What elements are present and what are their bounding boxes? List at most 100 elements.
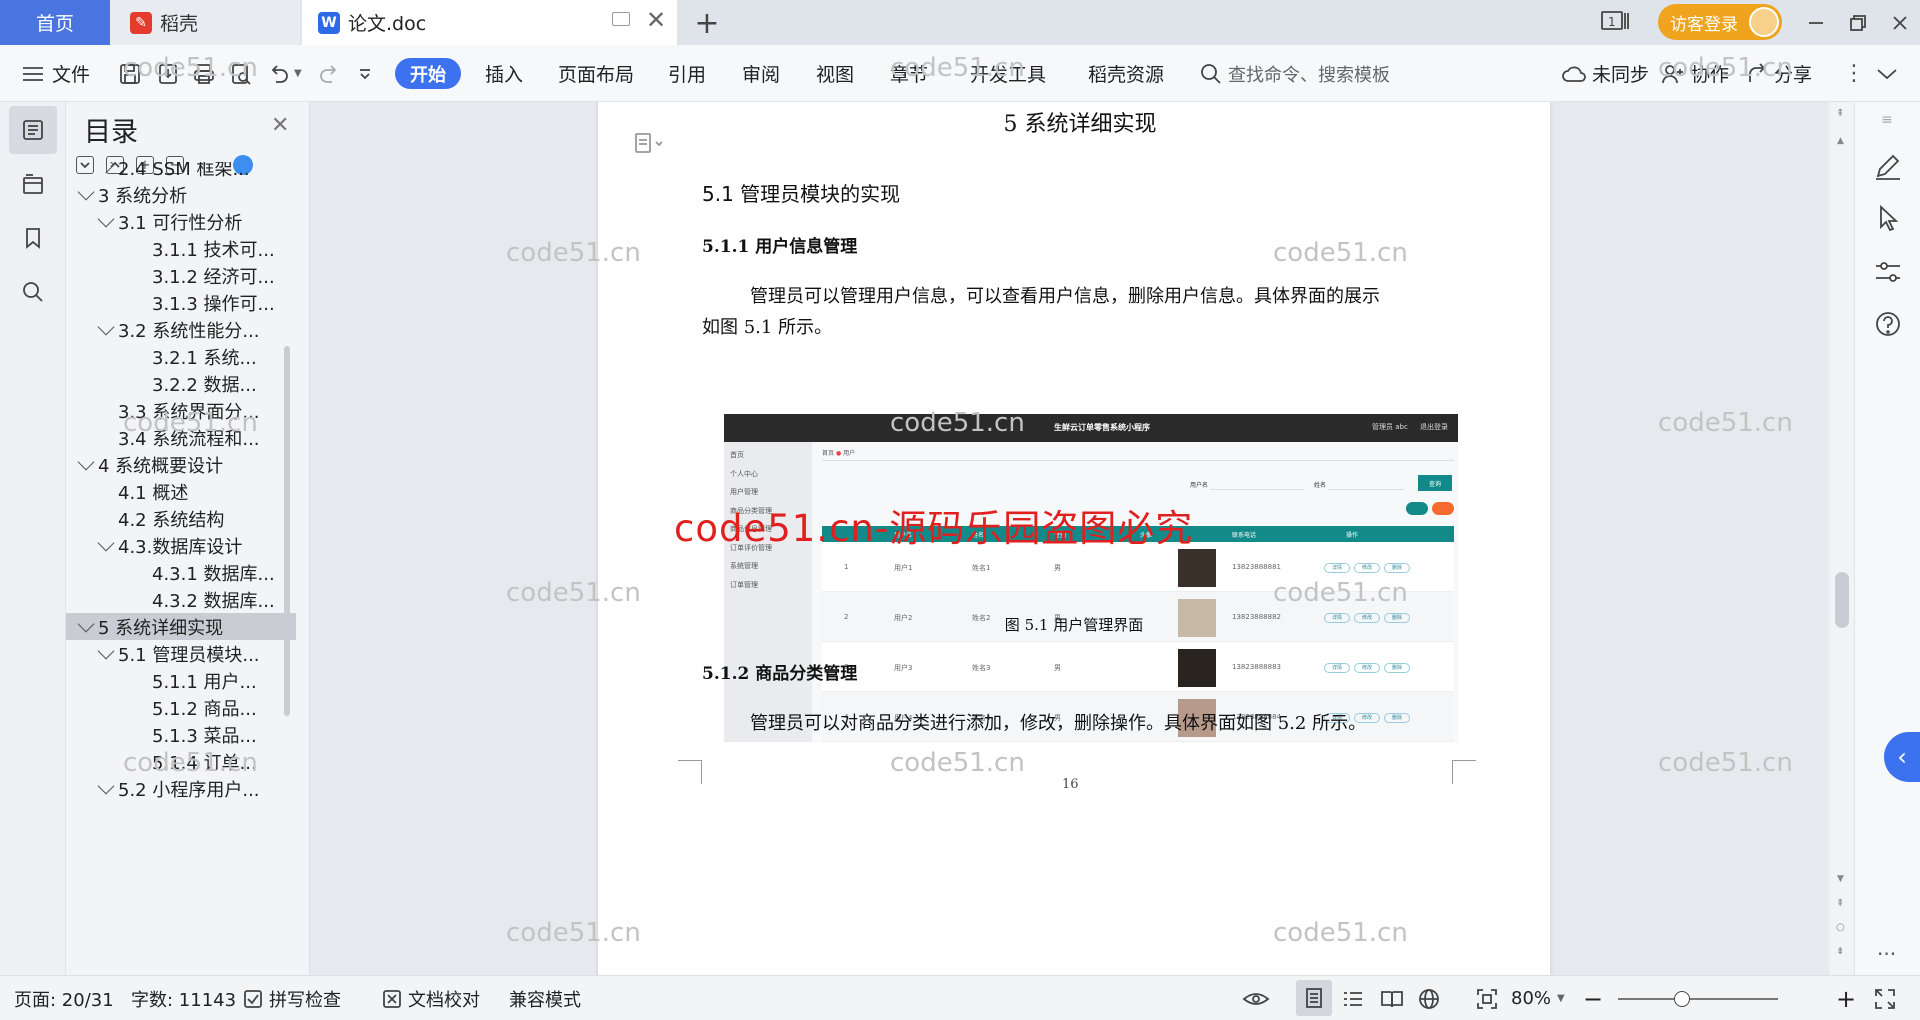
toc-item[interactable]: 3.1.1 技术可... [66,235,296,262]
bookmark-icon[interactable] [9,214,57,262]
zoom-out-button[interactable]: − [1583,976,1603,1020]
toc-item[interactable]: 4.1 概述 [66,478,296,505]
tab-document[interactable]: W 论文.doc ✕ [302,0,677,45]
fullscreen-icon[interactable] [1874,976,1896,1020]
toc-item[interactable]: 4.3.1 数据库... [66,559,296,586]
scroll-down-icon[interactable]: ▼ [1837,874,1844,884]
toc-item-label: 5.1.1 用户... [152,671,257,693]
float-window-icon[interactable] [612,12,630,26]
more-tools-icon[interactable]: ··· [1877,942,1896,966]
more-options-icon[interactable]: ⋮ [1843,45,1865,102]
panel-menu-icon[interactable]: ≡ [1881,112,1893,128]
proofread-button[interactable]: 文档校对 [382,976,480,1020]
ribbon-tab-review[interactable]: 审阅 [742,45,780,102]
chevron-down-icon[interactable] [97,534,115,551]
document-scrollbar[interactable]: ⇞ ▲ ▼ ⇞ ○ ⇟ [1830,102,1854,975]
redo-icon[interactable] [316,45,342,102]
fit-page-icon[interactable] [1476,976,1498,1020]
chevron-down-icon[interactable] [97,777,115,794]
scroll-up-icon[interactable]: ▲ [1837,136,1844,146]
page-indicator[interactable]: 页面: 20/31 [14,976,114,1020]
chevron-down-icon[interactable] [77,615,95,632]
ribbon-tab-start[interactable]: 开始 [395,58,461,89]
toc-item[interactable]: 5 系统详细实现 [66,613,296,640]
find-icon[interactable] [9,268,57,316]
outline-view-icon[interactable] [1342,976,1364,1020]
ribbon-tab-layout[interactable]: 页面布局 [558,45,634,102]
ribbon-tab-insert[interactable]: 插入 [485,45,523,102]
toc-item[interactable]: 4.3.数据库设计 [66,532,296,559]
prev-page-icon[interactable]: ⇞ [1836,898,1844,909]
toc-item[interactable]: 5.1.1 用户... [66,667,296,694]
toc-item[interactable]: 5.1.2 商品... [66,694,296,721]
chevron-right-icon[interactable] [97,162,115,173]
tab-daoke[interactable]: ✎ 稻壳 [110,0,300,45]
scroll-top-icon[interactable]: ⇞ [1836,108,1844,119]
toc-item[interactable]: 3.2.2 数据... [66,370,296,397]
navigation-pane-icon[interactable] [9,160,57,208]
web-view-icon[interactable] [1418,976,1440,1020]
toc-item[interactable]: 5.1 管理员模块... [66,640,296,667]
select-browse-icon[interactable]: ○ [1836,922,1845,933]
toc-item[interactable]: 2.4 SSM 框架... [66,162,296,181]
new-tab-button[interactable]: + [690,6,724,41]
zoom-level-dropdown[interactable]: 80% ▼ [1511,976,1565,1020]
toc-item[interactable]: 4.3.2 数据库... [66,586,296,613]
watermark: code51.cn [1273,918,1408,948]
toc-item[interactable]: 3.2.1 系统... [66,343,296,370]
tab-home[interactable]: 首页 [0,0,110,45]
file-menu-button[interactable]: 文件 [22,45,90,102]
toc-item[interactable]: 4.2 系统结构 [66,505,296,532]
chevron-down-icon[interactable] [77,183,95,200]
help-icon[interactable] [1872,308,1904,340]
figure-search-field-2 [1328,478,1404,490]
watermark: code51.cn [1658,53,1793,83]
chevron-down-icon[interactable] [77,453,95,470]
toc-scrollbar[interactable] [284,346,290,716]
toc-item[interactable]: 4 系统概要设计 [66,451,296,478]
zoom-slider-thumb[interactable] [1674,990,1690,1007]
ribbon-tab-view[interactable]: 视图 [816,45,854,102]
command-search-input[interactable]: 查找命令、搜索模板 [1200,45,1390,102]
ribbon-tab-daoke-resources[interactable]: 稻壳资源 [1088,45,1164,102]
close-toc-icon[interactable]: ✕ [271,113,289,138]
restore-icon[interactable] [1837,0,1879,45]
select-pointer-icon[interactable] [1872,202,1904,234]
edit-pen-icon[interactable] [1872,150,1904,182]
ribbon-tab-references[interactable]: 引用 [668,45,706,102]
toc-panel-icon[interactable] [9,106,57,154]
collapse-ribbon-icon[interactable] [1876,45,1898,102]
customize-toolbar-icon[interactable] [358,45,372,102]
next-page-icon[interactable]: ⇟ [1836,946,1844,957]
toc-item[interactable]: 3.1.2 经济可... [66,262,296,289]
word-count[interactable]: 字数: 11143 [131,976,236,1020]
close-tab-icon[interactable]: ✕ [646,6,666,34]
chevron-down-icon[interactable] [97,210,115,227]
figure-search-label-1: 用户名 [1190,482,1209,489]
sync-status-button[interactable]: 未同步 [1562,45,1649,102]
toc-item[interactable]: 5.2 小程序用户... [66,775,296,802]
chevron-down-icon[interactable] [97,318,115,335]
section-heading: 5.1 管理员模块的实现 [702,182,901,206]
zoom-in-button[interactable]: + [1836,976,1856,1020]
chevron-down-icon[interactable] [97,642,115,659]
guest-login-button[interactable]: 访客登录 [1658,4,1782,40]
page-menu-icon[interactable] [634,132,663,154]
scroll-thumb[interactable] [1835,572,1849,628]
minimize-icon[interactable] [1795,0,1837,45]
toc-item[interactable]: 3.1 可行性分析 [66,208,296,235]
reading-view-icon[interactable] [1380,976,1404,1020]
toc-item[interactable]: 3.2 系统性能分... [66,316,296,343]
undo-icon[interactable]: ▼ [266,45,302,102]
zoom-slider[interactable] [1618,976,1778,1020]
toc-item[interactable]: 3 系统分析 [66,181,296,208]
ribbon-tab-daoke-label: 稻壳资源 [1088,64,1165,86]
eye-protection-icon[interactable] [1242,976,1270,1020]
close-window-icon[interactable] [1879,0,1920,45]
window-layout-icon[interactable]: 1 [1600,10,1630,32]
toc-item[interactable]: 3.1.3 操作可... [66,289,296,316]
page-view-icon[interactable] [1296,980,1332,1016]
spellcheck-button[interactable]: 拼写检查 [243,976,341,1020]
adjust-settings-icon[interactable] [1872,256,1904,288]
toc-item[interactable]: 5.1.3 菜品... [66,721,296,748]
